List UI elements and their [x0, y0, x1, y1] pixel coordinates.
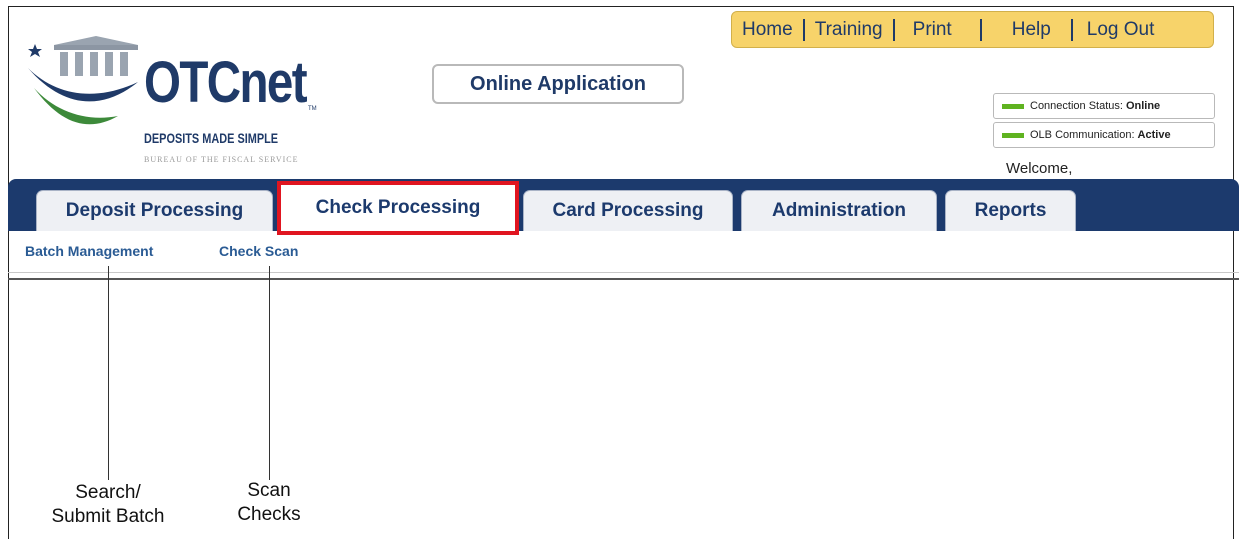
callout-line-2: Submit Batch [51, 506, 165, 527]
callout-line-1: Search/ [75, 482, 141, 503]
tab-administration[interactable]: Administration [741, 190, 937, 231]
nav-home-link[interactable]: Home [732, 19, 803, 41]
connection-status-label: Connection Status: [1030, 100, 1123, 112]
divider [8, 272, 1239, 273]
tab-deposit-processing[interactable]: Deposit Processing [36, 190, 273, 231]
subnav-check-scan[interactable]: Check Scan [219, 243, 298, 259]
olb-status-label: OLB Communication: [1030, 129, 1135, 141]
callout-search-submit-batch: Search/ Submit Batch [38, 481, 178, 529]
logo-bureau: BUREAU OF THE FISCAL SERVICE [144, 155, 299, 164]
nav-training-link[interactable]: Training [805, 19, 893, 41]
nav-logout-link[interactable]: Log Out [1073, 19, 1155, 41]
status-light-icon [1002, 103, 1024, 109]
tab-card-processing[interactable]: Card Processing [523, 190, 733, 231]
top-navigation: Home Training Print Help Log Out [731, 11, 1214, 48]
olb-status-value: Active [1137, 129, 1171, 141]
callout-line-scan [269, 266, 270, 480]
olb-status-box: OLB Communication: Active [993, 122, 1215, 148]
divider [8, 278, 1239, 280]
logo-trademark: TM [308, 106, 317, 112]
tab-check-processing[interactable]: Check Processing [277, 181, 519, 235]
treasury-building-icon [28, 36, 138, 125]
subnav-batch-management[interactable]: Batch Management [25, 243, 153, 259]
tab-reports[interactable]: Reports [945, 190, 1076, 231]
status-light-icon [1002, 132, 1024, 138]
nav-print-link[interactable]: Print [895, 19, 980, 41]
callout-scan-checks: Scan Checks [219, 479, 319, 527]
logo-tagline: DEPOSITS MADE SIMPLE [144, 130, 279, 146]
otcnet-logo: OTCnet TM DEPOSITS MADE SIMPLE BUREAU OF… [26, 36, 346, 171]
callout-line-1: Scan [247, 480, 291, 501]
callout-line-2: Checks [237, 504, 301, 525]
welcome-text: Welcome, [1006, 160, 1073, 177]
logo-wordmark: OTCnet [144, 50, 308, 115]
callout-line-batch [108, 266, 109, 480]
connection-status-value: Online [1125, 100, 1161, 112]
connection-status-box: Connection Status: Online [993, 93, 1215, 119]
application-label: Online Application [432, 64, 684, 104]
nav-help-link[interactable]: Help [982, 19, 1071, 41]
